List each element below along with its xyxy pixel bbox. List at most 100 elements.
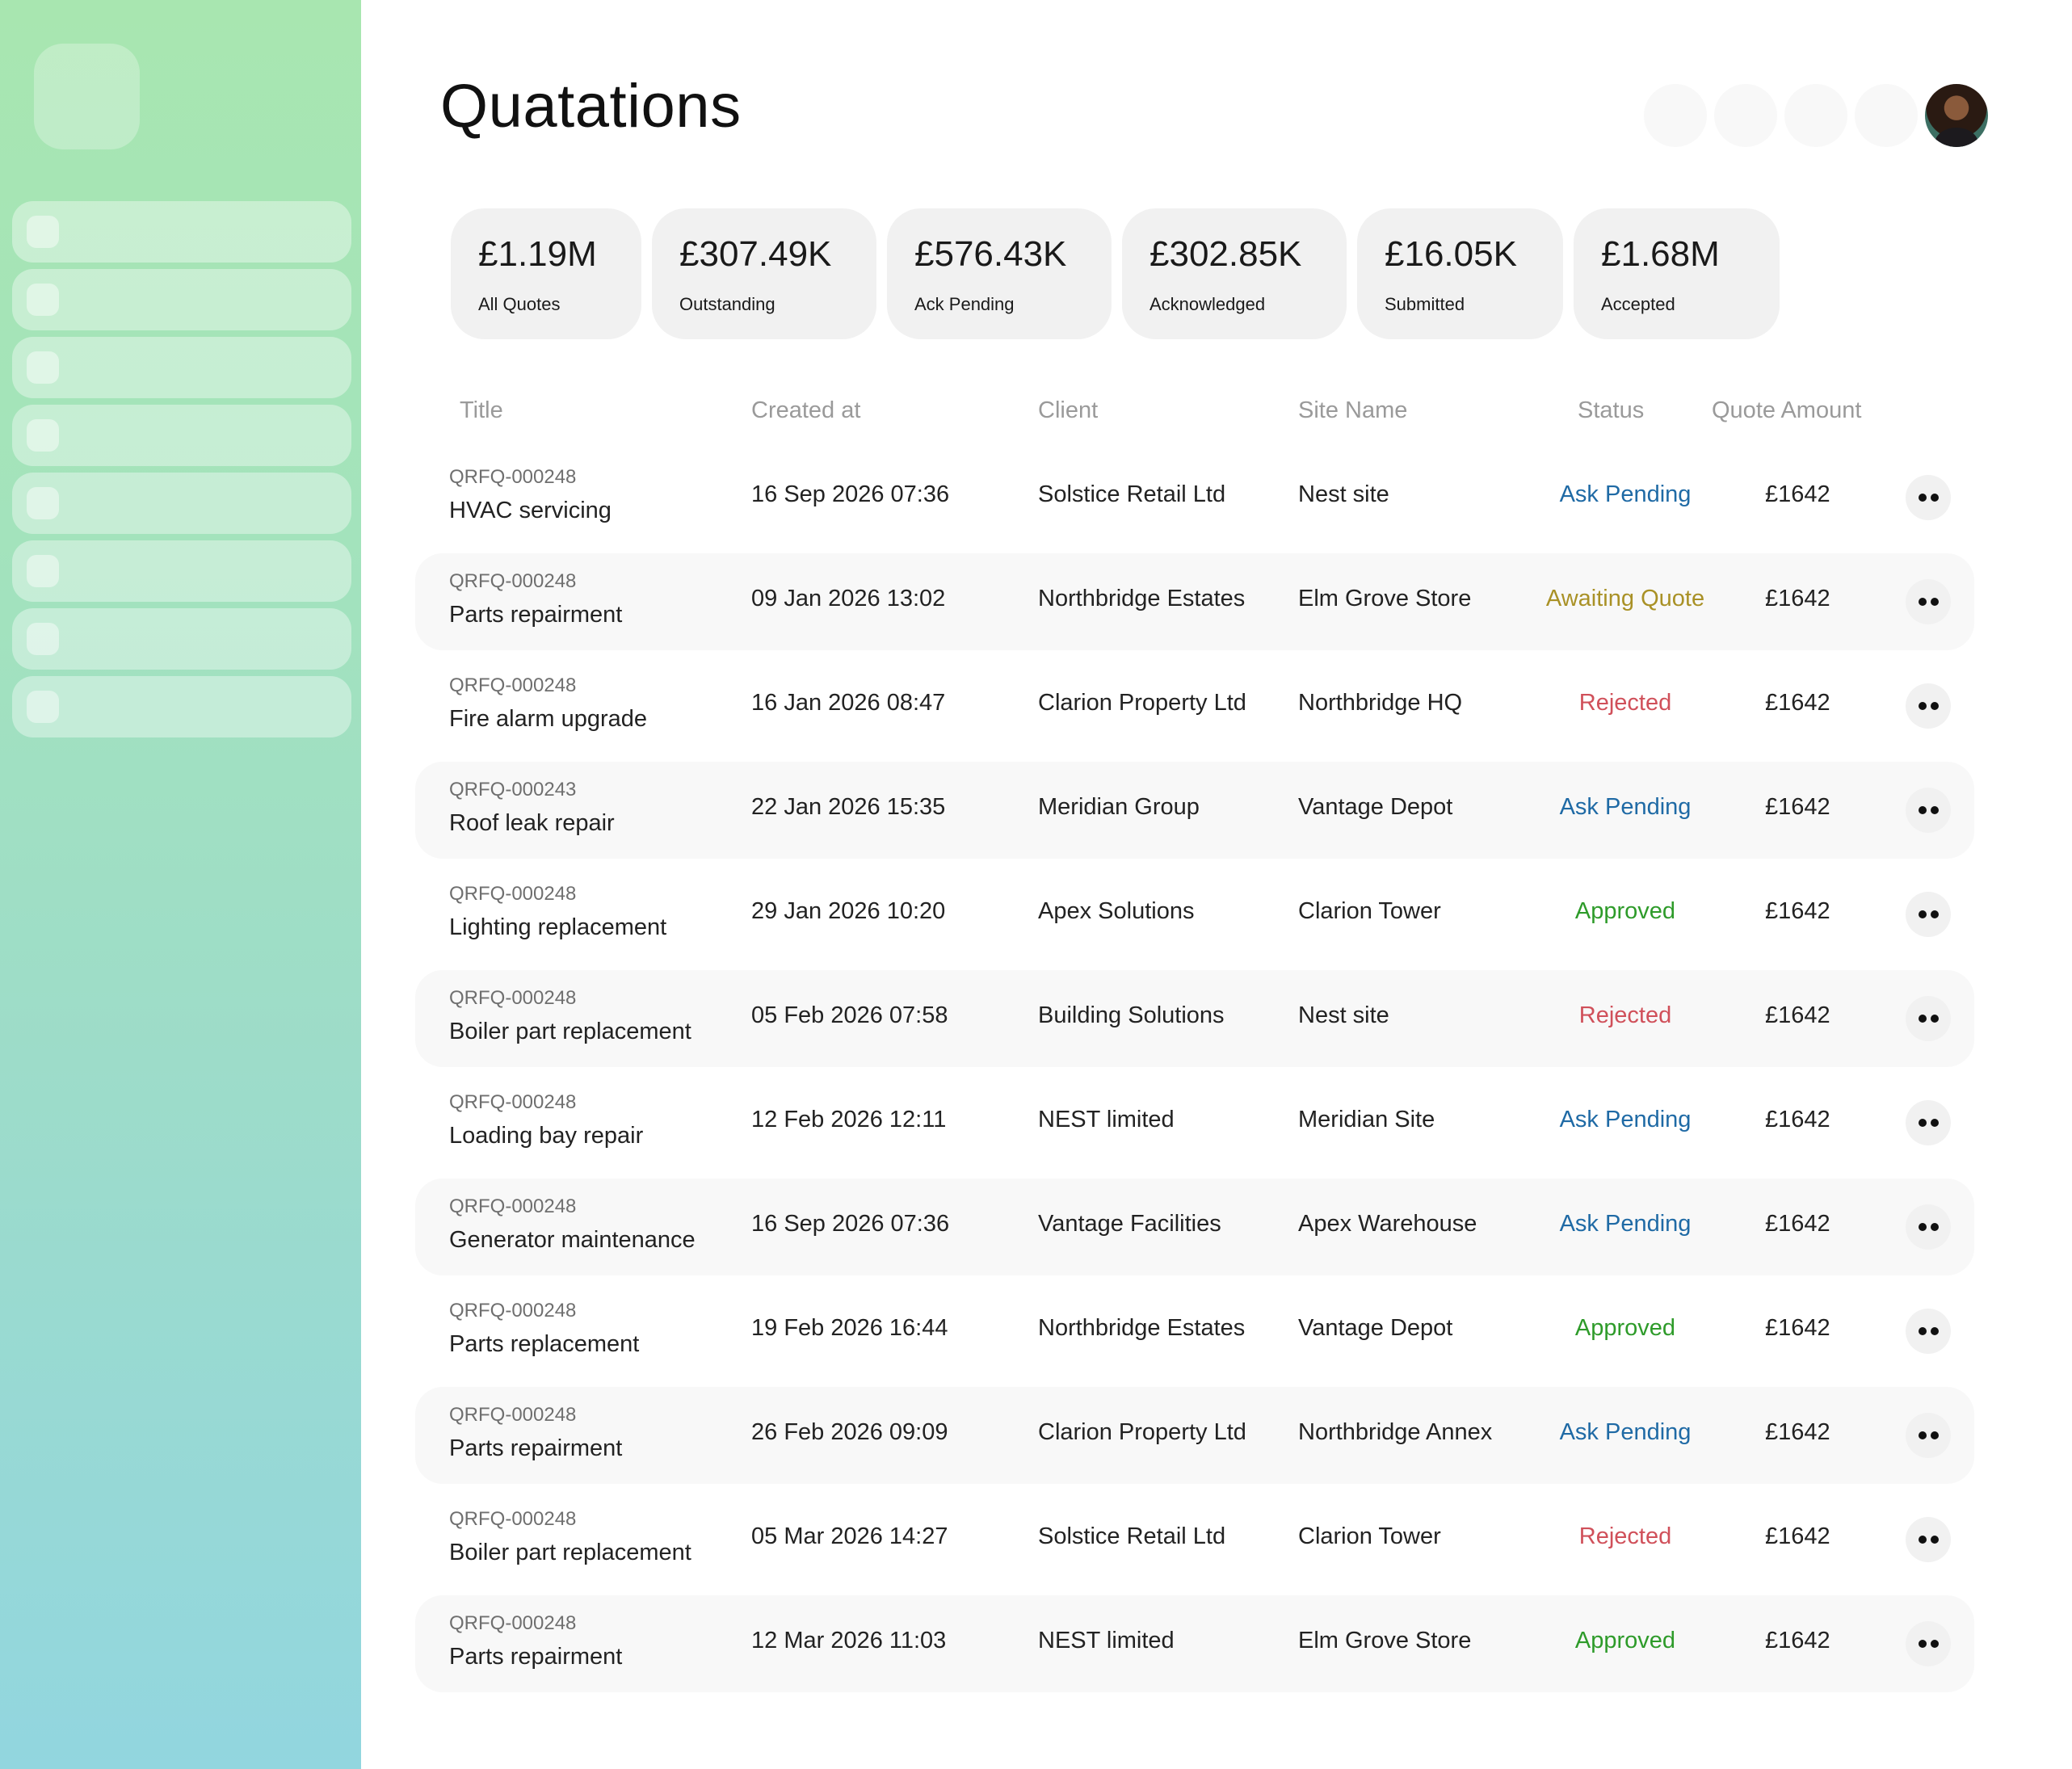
- stat-card-accepted[interactable]: £1.68M Accepted: [1574, 208, 1780, 339]
- stat-label: Accepted: [1601, 294, 1675, 314]
- sidebar-item[interactable]: [12, 608, 351, 670]
- cell-created-at: 26 Feb 2026 09:09: [751, 1419, 948, 1445]
- header-action-icon[interactable]: [1855, 84, 1918, 147]
- cell-client: NEST limited: [1038, 1628, 1175, 1653]
- quote-title[interactable]: Loading bay repair: [449, 1120, 643, 1152]
- table-row[interactable]: QRFQ-000248 Boiler part replacement 05 M…: [415, 1491, 1974, 1588]
- column-header-site[interactable]: Site Name: [1298, 397, 1407, 424]
- quote-title[interactable]: Lighting replacement: [449, 911, 666, 943]
- quote-title[interactable]: Parts repairment: [449, 1432, 622, 1464]
- table-row[interactable]: QRFQ-000248 HVAC servicing 16 Sep 2026 0…: [415, 449, 1974, 546]
- header-action-icon[interactable]: [1644, 84, 1707, 147]
- table-row[interactable]: QRFQ-000248 Parts repairment 12 Mar 2026…: [415, 1595, 1974, 1692]
- user-avatar[interactable]: [1925, 84, 1988, 147]
- table-row[interactable]: QRFQ-000248 Lighting replacement 29 Jan …: [415, 866, 1974, 963]
- sidebar-item[interactable]: [12, 676, 351, 737]
- app-logo-icon[interactable]: [34, 44, 140, 149]
- dot: [1918, 1015, 1927, 1023]
- cell-quote-amount: £1642: [1765, 1002, 1830, 1028]
- column-header-status[interactable]: Status: [1578, 397, 1644, 424]
- sidebar-item[interactable]: [12, 269, 351, 330]
- table-row[interactable]: QRFQ-000248 Parts repairment 09 Jan 2026…: [415, 553, 1974, 650]
- more-dots-icon[interactable]: [1906, 1204, 1951, 1250]
- stat-card-all-quotes[interactable]: £1.19M All Quotes: [451, 208, 641, 339]
- sidebar-item[interactable]: [12, 337, 351, 398]
- stat-card-outstanding[interactable]: £307.49K Outstanding: [652, 208, 876, 339]
- sidebar-item-icon: [27, 216, 59, 248]
- cell-created-at: 12 Mar 2026 11:03: [751, 1628, 947, 1653]
- table-row[interactable]: QRFQ-000248 Boiler part replacement 05 F…: [415, 970, 1974, 1067]
- stat-label: Outstanding: [679, 294, 775, 314]
- more-dots-icon[interactable]: [1906, 1309, 1951, 1354]
- dot: [1930, 1536, 1939, 1544]
- more-dots-icon[interactable]: [1906, 996, 1951, 1041]
- cell-quote-amount: £1642: [1765, 1107, 1830, 1132]
- more-dots-icon[interactable]: [1906, 579, 1951, 624]
- cell-created-at: 09 Jan 2026 13:02: [751, 586, 946, 611]
- dot: [1918, 1431, 1927, 1439]
- header-actions: [1644, 84, 1988, 147]
- quote-title[interactable]: Roof leak repair: [449, 807, 615, 839]
- column-header-client[interactable]: Client: [1038, 397, 1098, 424]
- cell-client: Apex Solutions: [1038, 898, 1195, 924]
- column-header-amount[interactable]: Quote Amount: [1712, 397, 1861, 424]
- dot: [1930, 806, 1939, 814]
- header-action-icon[interactable]: [1714, 84, 1777, 147]
- more-dots-icon[interactable]: [1906, 788, 1951, 833]
- sidebar-item-icon: [27, 419, 59, 452]
- cell-title: QRFQ-000248 Lighting replacement: [449, 880, 666, 943]
- more-dots-icon[interactable]: [1906, 475, 1951, 520]
- more-dots-icon[interactable]: [1906, 892, 1951, 937]
- status-badge: Rejected: [1578, 1523, 1672, 1549]
- quote-id: QRFQ-000248: [449, 1612, 577, 1634]
- stat-card-acknowledged[interactable]: £302.85K Acknowledged: [1122, 208, 1347, 339]
- sidebar-item[interactable]: [12, 201, 351, 263]
- more-dots-icon[interactable]: [1906, 683, 1951, 729]
- more-dots-icon[interactable]: [1906, 1621, 1951, 1666]
- cell-title: QRFQ-000248 Parts repairment: [449, 1401, 622, 1464]
- header-action-icon[interactable]: [1784, 84, 1847, 147]
- cell-title: QRFQ-000248 Boiler part replacement: [449, 1506, 691, 1569]
- quote-id: QRFQ-000248: [449, 1508, 577, 1530]
- quote-id: QRFQ-000248: [449, 1300, 577, 1321]
- cell-client: Solstice Retail Ltd: [1038, 1523, 1226, 1549]
- table-row[interactable]: QRFQ-000248 Loading bay repair 12 Feb 20…: [415, 1074, 1974, 1171]
- stat-card-ack-pending[interactable]: £576.43K Ack Pending: [887, 208, 1112, 339]
- table-row[interactable]: QRFQ-000248 Parts repairment 26 Feb 2026…: [415, 1387, 1974, 1484]
- table-row[interactable]: QRFQ-000243 Roof leak repair 22 Jan 2026…: [415, 762, 1974, 859]
- quote-title[interactable]: Parts replacement: [449, 1328, 639, 1360]
- column-header-title[interactable]: Title: [460, 397, 503, 424]
- quote-id: QRFQ-000248: [449, 1091, 577, 1113]
- table-row[interactable]: QRFQ-000248 Generator maintenance 16 Sep…: [415, 1179, 1974, 1275]
- more-dots-icon[interactable]: [1906, 1517, 1951, 1562]
- sidebar-item-icon: [27, 284, 59, 316]
- dot: [1930, 1119, 1939, 1127]
- more-dots-icon[interactable]: [1906, 1413, 1951, 1458]
- more-dots-icon[interactable]: [1906, 1100, 1951, 1145]
- quote-title[interactable]: Fire alarm upgrade: [449, 703, 647, 735]
- sidebar-item[interactable]: [12, 473, 351, 534]
- cell-site-name: Apex Warehouse: [1298, 1211, 1477, 1237]
- sidebar-item[interactable]: [12, 540, 351, 602]
- quote-title[interactable]: Boiler part replacement: [449, 1536, 691, 1569]
- quote-title[interactable]: Parts repairment: [449, 599, 622, 631]
- sidebar-item[interactable]: [12, 405, 351, 466]
- cell-title: QRFQ-000248 Boiler part replacement: [449, 985, 691, 1048]
- cell-title: QRFQ-000243 Roof leak repair: [449, 776, 615, 839]
- column-header-created[interactable]: Created at: [751, 397, 860, 424]
- cell-client: Northbridge Estates: [1038, 1315, 1246, 1341]
- quote-title[interactable]: Boiler part replacement: [449, 1015, 691, 1048]
- dot: [1930, 1327, 1939, 1335]
- status-badge: Awaiting Quote: [1545, 586, 1705, 611]
- cell-created-at: 05 Feb 2026 07:58: [751, 1002, 948, 1028]
- table-row[interactable]: QRFQ-000248 Parts replacement 19 Feb 202…: [415, 1283, 1974, 1380]
- dot: [1930, 702, 1939, 710]
- avatar-shoulder: [1935, 128, 1978, 147]
- cell-quote-amount: £1642: [1765, 794, 1830, 820]
- stat-card-submitted[interactable]: £16.05K Submitted: [1357, 208, 1563, 339]
- quote-title[interactable]: Generator maintenance: [449, 1224, 696, 1256]
- table-row[interactable]: QRFQ-000248 Fire alarm upgrade 16 Jan 20…: [415, 658, 1974, 754]
- quote-title[interactable]: Parts repairment: [449, 1641, 622, 1673]
- app-window: Quatations £1.19M All Quotes £307.49K Ou…: [0, 0, 2072, 1769]
- quote-title[interactable]: HVAC servicing: [449, 494, 612, 527]
